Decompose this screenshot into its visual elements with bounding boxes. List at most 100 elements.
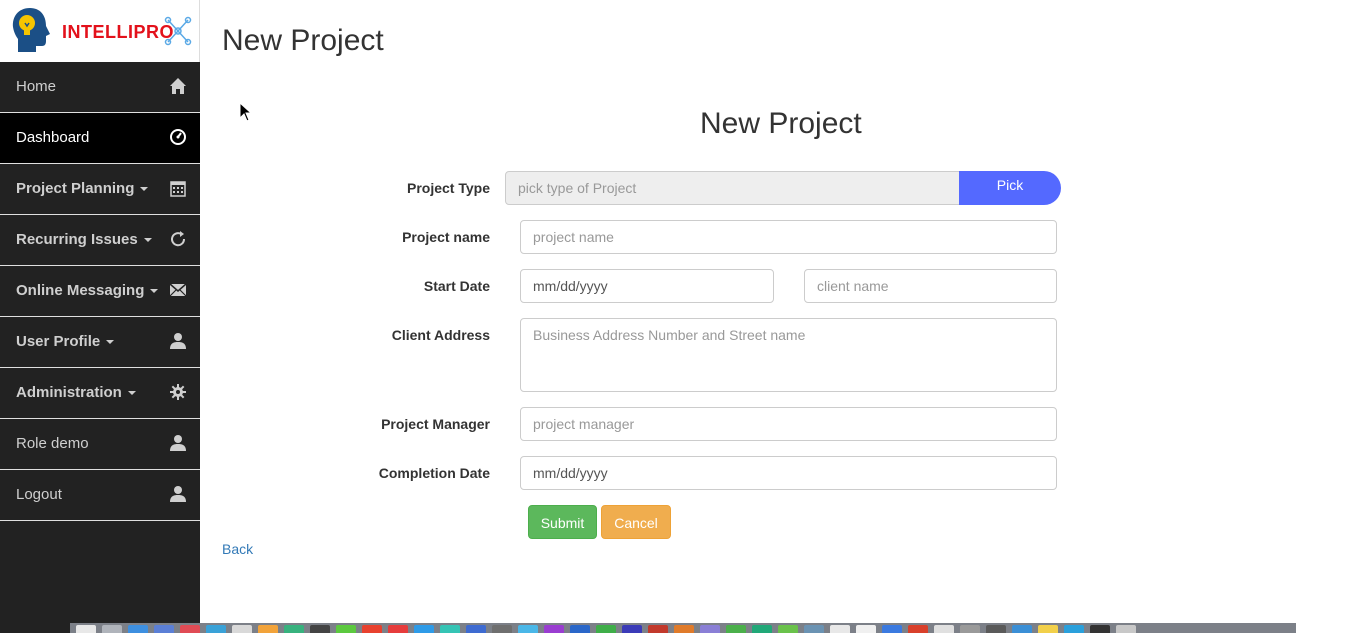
taskbar-app-icon[interactable] [986, 625, 1006, 633]
sidebar-item-label: Administration [16, 384, 136, 401]
taskbar-app-icon[interactable] [414, 625, 434, 633]
completion-date-input[interactable]: mm/dd/yyyy [520, 456, 1057, 490]
project-manager-input[interactable]: project manager [520, 407, 1057, 441]
taskbar-app-icon[interactable] [700, 625, 720, 633]
project-name-label: Project name [402, 229, 490, 245]
project-manager-label: Project Manager [381, 416, 490, 432]
user-icon [170, 486, 186, 502]
taskbar-app-icon[interactable] [882, 625, 902, 633]
project-name-input[interactable]: project name [520, 220, 1057, 254]
client-address-textarea[interactable]: Business Address Number and Street name [520, 318, 1057, 392]
sidebar-item-text: Online Messaging [16, 282, 145, 299]
client-name-input[interactable]: client name [804, 269, 1057, 303]
sidebar-nav: Home Dashboard Project Planning Recurrin… [0, 62, 200, 521]
sidebar-item-label: Dashboard [16, 129, 90, 146]
back-link[interactable]: Back [222, 541, 253, 557]
taskbar-app-icon[interactable] [856, 625, 876, 633]
user-icon [170, 333, 186, 349]
taskbar-app-icon[interactable] [76, 625, 96, 633]
taskbar-app-icon[interactable] [960, 625, 980, 633]
logo[interactable]: INTELLIPRO [0, 0, 200, 62]
form-title: New Project [700, 107, 862, 140]
sidebar-item-dashboard[interactable]: Dashboard [0, 113, 200, 164]
envelope-icon [169, 283, 187, 297]
taskbar-app-icon[interactable] [1012, 625, 1032, 633]
sidebar-item-label: Home [16, 78, 57, 95]
taskbar-app-icon[interactable] [752, 625, 772, 633]
home-icon [170, 78, 186, 94]
sidebar-item-administration[interactable]: Administration [0, 368, 200, 419]
project-type-label: Project Type [407, 180, 490, 196]
taskbar-app-icon[interactable] [336, 625, 356, 633]
sidebar-item-online-messaging[interactable]: Online Messaging [0, 266, 200, 317]
sidebar: INTELLIPRO Home Dashboard Project Planni… [0, 0, 200, 633]
caret-down-icon [127, 391, 136, 396]
taskbar-app-icon[interactable] [440, 625, 460, 633]
taskbar-app-icon[interactable] [1064, 625, 1084, 633]
calendar-icon [170, 181, 186, 197]
taskbar-app-icon[interactable] [1090, 625, 1110, 633]
taskbar-app-icon[interactable] [154, 625, 174, 633]
refresh-icon [171, 231, 186, 247]
taskbar-app-icon[interactable] [648, 625, 668, 633]
taskbar-app-icon[interactable] [596, 625, 616, 633]
taskbar-app-icon[interactable] [908, 625, 928, 633]
taskbar-app-icon[interactable] [1116, 625, 1136, 633]
taskbar-app-icon[interactable] [544, 625, 564, 633]
taskbar-app-icon[interactable] [232, 625, 252, 633]
sidebar-item-label: Online Messaging [16, 282, 159, 299]
sidebar-item-logout[interactable]: Logout [0, 470, 200, 521]
gear-icon [170, 384, 186, 400]
start-date-label: Start Date [423, 278, 490, 294]
taskbar-app-icon[interactable] [1038, 625, 1058, 633]
taskbar-app-icon[interactable] [804, 625, 824, 633]
client-address-label: Client Address [391, 327, 490, 343]
submit-button[interactable]: Submit [528, 505, 597, 539]
taskbar-app-icon[interactable] [388, 625, 408, 633]
taskbar-app-icon[interactable] [934, 625, 954, 633]
pick-button[interactable]: Pick [959, 171, 1061, 205]
caret-down-icon [106, 340, 115, 345]
start-date-input[interactable]: mm/dd/yyyy [520, 269, 774, 303]
completion-date-label: Completion Date [378, 465, 490, 481]
sidebar-item-text: Administration [16, 384, 122, 401]
taskbar-app-icon[interactable] [284, 625, 304, 633]
sidebar-item-project-planning[interactable]: Project Planning [0, 164, 200, 215]
taskbar-app-icon[interactable] [206, 625, 226, 633]
taskbar-app-icon[interactable] [128, 625, 148, 633]
taskbar-app-icon[interactable] [570, 625, 590, 633]
sidebar-item-home[interactable]: Home [0, 62, 200, 113]
sidebar-item-user-profile[interactable]: User Profile [0, 317, 200, 368]
taskbar-app-icon[interactable] [622, 625, 642, 633]
taskbar-app-icon[interactable] [180, 625, 200, 633]
taskbar-app-icon[interactable] [362, 625, 382, 633]
page-title: New Project [222, 24, 384, 57]
os-taskbar [70, 623, 1296, 633]
head-logo-icon [12, 8, 50, 52]
taskbar-app-icon[interactable] [492, 625, 512, 633]
sidebar-item-recurring-issues[interactable]: Recurring Issues [0, 215, 200, 266]
cancel-button[interactable]: Cancel [601, 505, 671, 539]
taskbar-app-icon[interactable] [102, 625, 122, 633]
taskbar-app-icon[interactable] [310, 625, 330, 633]
taskbar-app-icon[interactable] [726, 625, 746, 633]
project-type-input[interactable]: pick type of Project [505, 171, 960, 205]
network-logo-icon [164, 16, 192, 46]
mouse-cursor-icon [239, 102, 253, 122]
taskbar-app-icon[interactable] [466, 625, 486, 633]
sidebar-item-text: User Profile [16, 333, 101, 350]
taskbar-app-icon[interactable] [518, 625, 538, 633]
taskbar-app-icon[interactable] [830, 625, 850, 633]
user-icon [170, 435, 186, 451]
sidebar-item-text: Project Planning [16, 180, 135, 197]
caret-down-icon [140, 187, 149, 192]
taskbar-app-icon[interactable] [258, 625, 278, 633]
main-content: New Project New Project Project Type pic… [200, 0, 1345, 633]
taskbar-app-icon[interactable] [674, 625, 694, 633]
sidebar-item-role-demo[interactable]: Role demo [0, 419, 200, 470]
taskbar-app-icon[interactable] [778, 625, 798, 633]
dashboard-icon [170, 129, 186, 145]
caret-down-icon [150, 289, 159, 294]
sidebar-item-label: User Profile [16, 333, 115, 350]
sidebar-item-label: Recurring Issues [16, 231, 152, 248]
